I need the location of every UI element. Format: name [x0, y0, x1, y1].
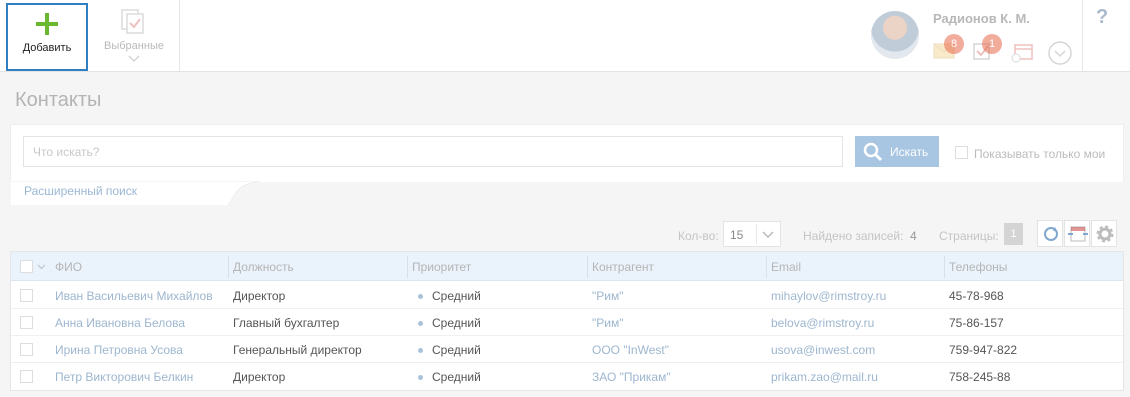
column-divider — [766, 256, 767, 278]
priority-dot — [418, 375, 423, 380]
found-count: 4 — [910, 229, 917, 243]
column-header-counterparty[interactable]: Контрагент — [592, 260, 654, 274]
search-button[interactable]: Искать — [855, 136, 939, 167]
advanced-search-link[interactable]: Расширенный поиск — [24, 184, 137, 198]
counterparty-link[interactable]: ООО "InWest" — [592, 343, 669, 357]
email-link[interactable]: belova@rimstroy.ru — [771, 316, 874, 330]
column-divider — [407, 256, 408, 278]
email-link[interactable]: prikam.zao@mail.ru — [771, 370, 878, 384]
priority-dot — [418, 348, 423, 353]
mail-count-badge: 8 — [944, 34, 964, 54]
chevron-down-icon[interactable] — [37, 264, 46, 270]
contact-phone: 75-86-157 — [949, 316, 1004, 330]
qty-select-divider — [756, 224, 757, 244]
task-count-badge: 1 — [982, 34, 1002, 54]
plus-icon — [34, 11, 60, 37]
refresh-icon — [1044, 227, 1058, 241]
row-checkbox[interactable] — [20, 289, 33, 302]
page-title: Контакты — [15, 89, 102, 111]
calendar-icon[interactable] — [1011, 43, 1033, 63]
counterparty-link[interactable]: "Рим" — [592, 289, 623, 303]
contact-priority: Средний — [432, 370, 481, 384]
contact-name-link[interactable]: Анна Ивановна Белова — [55, 316, 185, 330]
contacts-table: ФИО Должность Приоритет Контрагент Email… — [10, 251, 1124, 391]
add-button-label: Добавить — [22, 42, 72, 54]
table-row[interactable]: Иван Васильевич Михайлов Директор Средни… — [11, 282, 1123, 309]
table-row[interactable]: Петр Викторович Белкин Директор Средний … — [11, 363, 1123, 390]
email-link[interactable]: mihaylov@rimstroy.ru — [771, 289, 886, 303]
row-checkbox[interactable] — [20, 316, 33, 329]
contact-position: Директор — [233, 370, 286, 384]
search-icon — [863, 142, 883, 162]
favorites-button-label: Выбранные — [104, 40, 164, 52]
contact-priority: Средний — [432, 343, 481, 357]
found-label: Найдено записей: — [803, 229, 904, 243]
add-button[interactable]: Добавить — [6, 3, 88, 71]
favorites-icon — [121, 9, 144, 34]
columns-icon — [1068, 226, 1088, 242]
contact-position: Главный бухгалтер — [233, 316, 340, 330]
row-checkbox[interactable] — [20, 343, 33, 356]
table-row[interactable]: Ирина Петровна Усова Генеральный директо… — [11, 336, 1123, 363]
priority-dot — [418, 294, 423, 299]
search-button-label: Искать — [890, 145, 929, 159]
column-header-name[interactable]: ФИО — [55, 260, 82, 274]
page-number-button[interactable]: 1 — [1004, 223, 1023, 245]
contact-priority: Средний — [432, 289, 481, 303]
contact-position: Генеральный директор — [233, 343, 362, 357]
column-divider — [228, 256, 229, 278]
refresh-button[interactable] — [1037, 220, 1063, 247]
contact-phone: 759-947-822 — [949, 343, 1018, 357]
contact-position: Директор — [233, 289, 286, 303]
qty-value: 15 — [730, 228, 744, 242]
qty-select[interactable]: 15 — [723, 221, 781, 247]
settings-button[interactable] — [1091, 220, 1117, 247]
gear-icon — [1096, 225, 1114, 243]
avatar[interactable] — [871, 11, 919, 59]
contact-name-link[interactable]: Петр Викторович Белкин — [55, 370, 193, 384]
row-checkbox[interactable] — [20, 370, 33, 383]
table-row[interactable]: Анна Ивановна Белова Главный бухгалтер С… — [11, 309, 1123, 336]
contact-name-link[interactable]: Ирина Петровна Усова — [55, 343, 183, 357]
favorites-button[interactable]: Выбранные — [91, 6, 177, 70]
help-icon[interactable]: ? — [1096, 6, 1108, 29]
column-header-email[interactable]: Email — [771, 260, 801, 274]
only-mine-checkbox[interactable] — [955, 146, 968, 159]
counterparty-link[interactable]: ЗАО "Прикам" — [592, 370, 671, 384]
select-all-checkbox[interactable] — [20, 260, 33, 273]
column-divider — [587, 256, 588, 278]
contact-priority: Средний — [432, 316, 481, 330]
counterparty-link[interactable]: "Рим" — [592, 316, 623, 330]
column-header-priority[interactable]: Приоритет — [412, 260, 471, 274]
pages-label: Страницы: — [939, 229, 999, 243]
column-divider — [944, 256, 945, 278]
chevron-down-icon — [128, 55, 140, 63]
priority-dot — [418, 321, 423, 326]
columns-button[interactable] — [1064, 220, 1090, 247]
top-toolbar: Добавить Выбранные Радионов К. М. 8 1 ? — [0, 0, 1130, 72]
contact-name-link[interactable]: Иван Васильевич Михайлов — [55, 289, 213, 303]
toolbar-divider-right — [1082, 0, 1083, 72]
column-header-position[interactable]: Должность — [233, 260, 294, 274]
toolbar-divider — [179, 0, 180, 72]
contact-phone: 45-78-968 — [949, 289, 1004, 303]
search-input[interactable] — [23, 136, 843, 167]
contact-phone: 758-245-88 — [949, 370, 1011, 384]
email-link[interactable]: usova@inwest.com — [771, 343, 875, 357]
only-mine-label: Показывать только мои — [974, 147, 1106, 161]
table-header: ФИО Должность Приоритет Контрагент Email… — [11, 252, 1123, 281]
qty-label: Кол-во: — [678, 229, 719, 243]
chevron-down-circle-icon[interactable] — [1048, 41, 1072, 65]
column-header-phones[interactable]: Телефоны — [949, 260, 1007, 274]
user-name[interactable]: Радионов К. М. — [933, 11, 1030, 26]
chevron-down-icon — [762, 231, 774, 239]
